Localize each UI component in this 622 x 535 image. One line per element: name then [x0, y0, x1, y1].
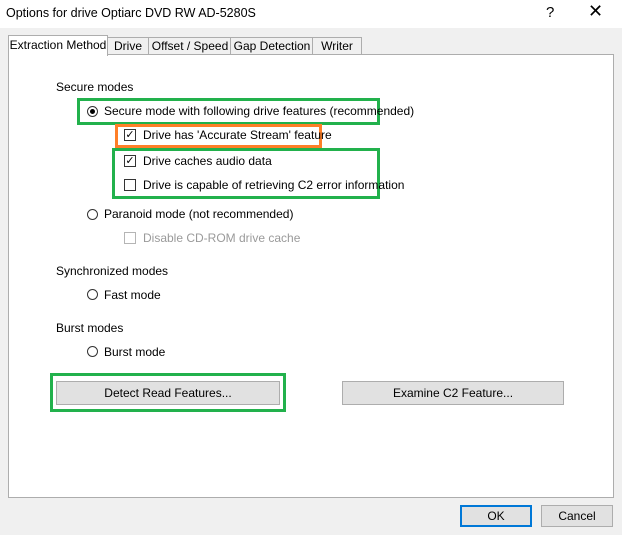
secure-mode-radio[interactable] [87, 106, 98, 117]
burst-mode-radio[interactable] [87, 346, 98, 357]
secure-modes-heading: Secure modes [56, 80, 134, 94]
disable-cache-label: Disable CD-ROM drive cache [143, 231, 301, 245]
tab-offset-speed[interactable]: Offset / Speed [148, 37, 232, 55]
synchronized-modes-heading: Synchronized modes [56, 264, 169, 278]
fast-mode-radio[interactable] [87, 289, 98, 300]
tab-writer[interactable]: Writer [312, 37, 362, 55]
close-icon[interactable]: ✕ [588, 1, 603, 22]
help-icon[interactable]: ? [546, 4, 554, 21]
disable-cache-checkbox [124, 232, 136, 244]
window-title: Options for drive Optiarc DVD RW AD-5280… [6, 6, 256, 20]
tab-gap-detection[interactable]: Gap Detection [230, 37, 314, 55]
tab-drive[interactable]: Drive [106, 37, 150, 55]
paranoid-mode-label: Paranoid mode (not recommended) [104, 207, 294, 221]
title-bar: Options for drive Optiarc DVD RW AD-5280… [0, 0, 622, 28]
c2-label: Drive is capable of retrieving C2 error … [143, 178, 405, 192]
paranoid-mode-radio[interactable] [87, 209, 98, 220]
caches-audio-checkbox[interactable]: ✓ [124, 155, 136, 167]
cancel-button[interactable]: Cancel [541, 505, 613, 527]
detect-read-features-button[interactable]: Detect Read Features... [56, 381, 280, 405]
fast-mode-label: Fast mode [104, 288, 161, 302]
secure-mode-label: Secure mode with following drive feature… [104, 104, 415, 118]
c2-checkbox[interactable] [124, 179, 136, 191]
ok-button[interactable]: OK [460, 505, 532, 527]
accurate-stream-checkbox[interactable]: ✓ [124, 129, 136, 141]
examine-c2-button[interactable]: Examine C2 Feature... [342, 381, 564, 405]
burst-mode-label: Burst mode [104, 345, 166, 359]
tab-extraction-method[interactable]: Extraction Method [8, 35, 108, 56]
accurate-stream-label: Drive has 'Accurate Stream' feature [143, 128, 332, 142]
caches-audio-label: Drive caches audio data [143, 154, 272, 168]
burst-modes-heading: Burst modes [56, 321, 124, 335]
